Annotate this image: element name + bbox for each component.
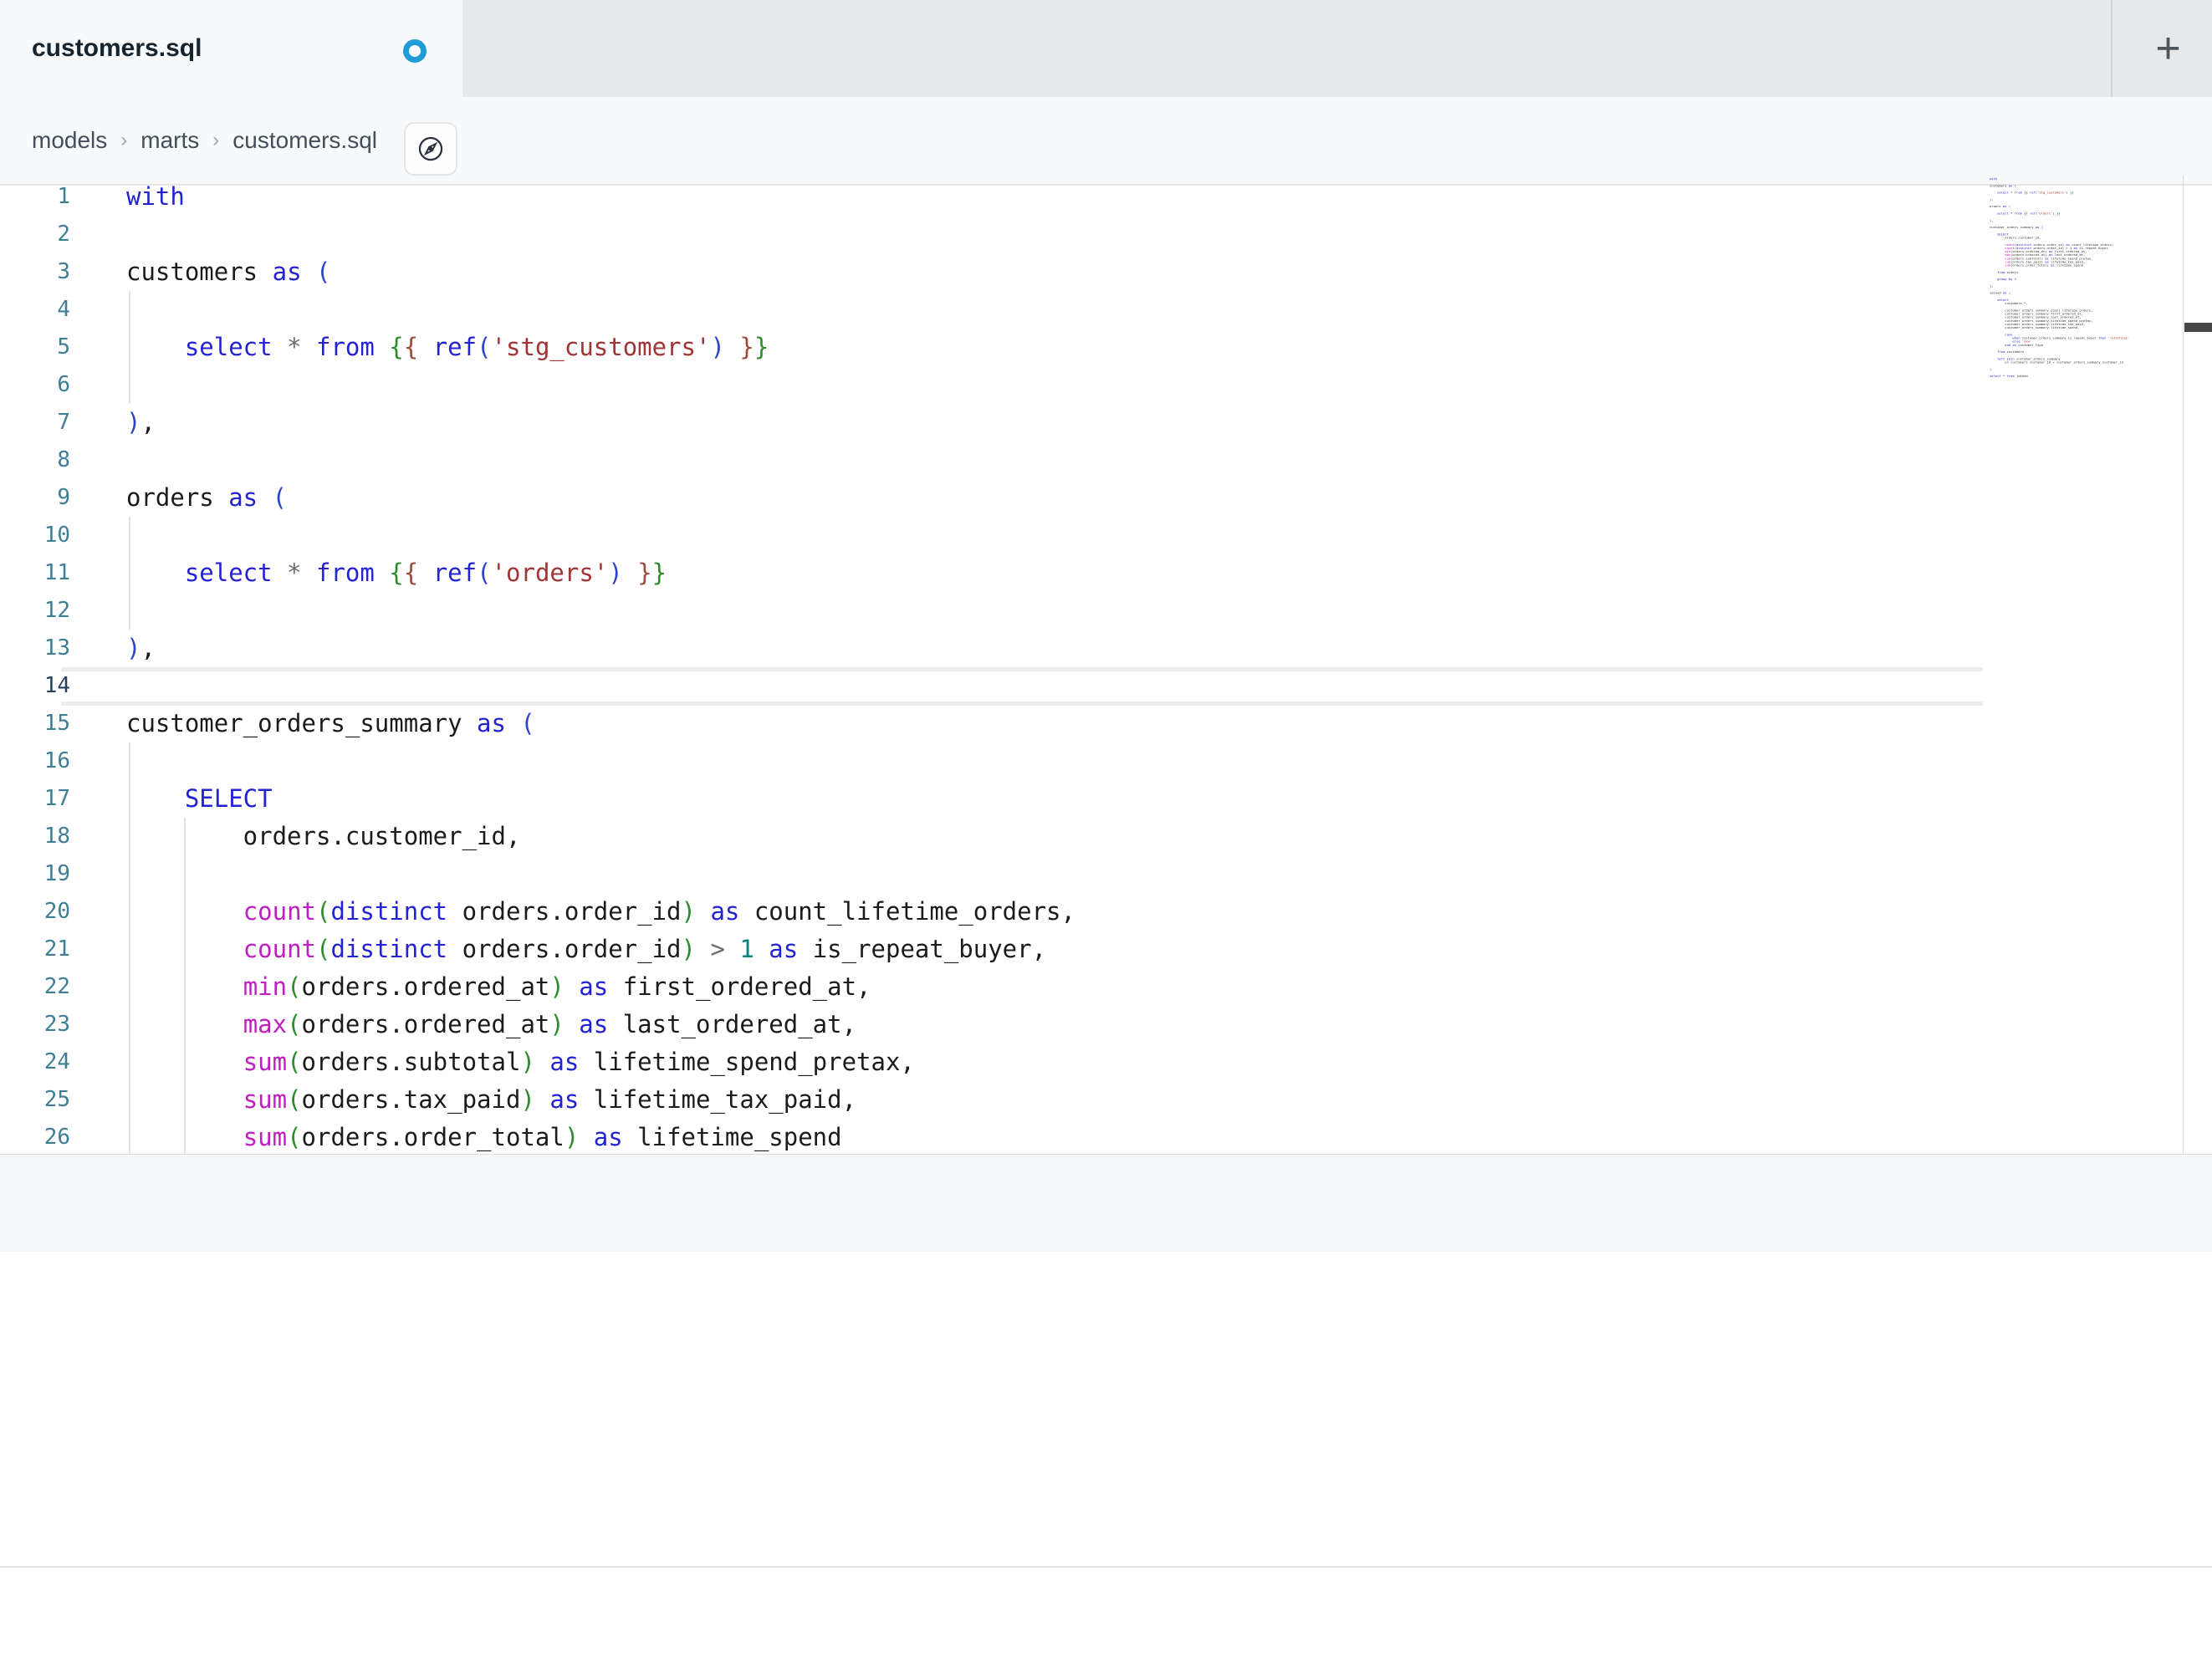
- line-number: 19: [43, 861, 70, 886]
- code-line-7[interactable]: 7),: [0, 404, 2183, 441]
- line-number: 15: [43, 711, 70, 736]
- code-line-21[interactable]: 21 count(distinct orders.order_id) > 1 a…: [0, 931, 2183, 968]
- code-line-9[interactable]: 9 orders as (: [0, 479, 2183, 517]
- breadcrumb-item-models: models: [32, 127, 108, 153]
- editor-scrollbar-track: [2183, 176, 2184, 1154]
- code-line-text: max(orders.ordered_at) as last_ordered_a…: [243, 1010, 857, 1038]
- unsaved-changes-dot-icon: [403, 39, 427, 63]
- breadcrumb-bar: models › marts › customers.sql: [0, 97, 2212, 266]
- line-number: 17: [43, 786, 70, 811]
- code-line-13[interactable]: 13),: [0, 630, 2183, 667]
- code-line-25[interactable]: 25 sum(orders.tax_paid) as lifetime_tax_…: [0, 1081, 2183, 1119]
- code-line-11[interactable]: 11 select * from {{ ref('orders') }}: [0, 554, 2183, 592]
- line-number: 1: [57, 186, 70, 209]
- code-line-14[interactable]: 14: [0, 667, 2183, 705]
- new-tab-button[interactable]: +: [2124, 0, 2212, 97]
- code-line-19[interactable]: 19: [0, 855, 2183, 893]
- compass-icon: [416, 135, 445, 163]
- code-line-text: select * from {{ ref('orders') }}: [184, 559, 667, 587]
- minimap-line: select * from joined: [1990, 374, 2028, 379]
- line-number: 18: [43, 824, 70, 849]
- code-quality-panel: </> There is nothing here Press the Lint…: [0, 1252, 2212, 1565]
- code-line-16[interactable]: 16: [0, 742, 2183, 780]
- dbt-ide-window: customers.sql + models › marts › custome…: [0, 0, 2212, 1653]
- code-line-22[interactable]: 22 min(orders.ordered_at) as first_order…: [0, 968, 2183, 1006]
- code-line-2[interactable]: 2: [0, 216, 2183, 253]
- line-number: 25: [43, 1087, 70, 1112]
- line-number: 16: [43, 748, 70, 773]
- code-line-15[interactable]: 15 customer_orders_summary as (: [0, 705, 2183, 742]
- code-line-3[interactable]: 3 customers as (: [0, 253, 2183, 291]
- tab-bar: customers.sql +: [0, 0, 2212, 97]
- file-tab-customers-sql[interactable]: customers.sql: [0, 0, 462, 97]
- code-line-24[interactable]: 24 sum(orders.subtotal) as lifetime_spen…: [0, 1043, 2183, 1081]
- line-number: 23: [43, 1012, 70, 1037]
- breadcrumb-item-marts: marts: [140, 127, 200, 153]
- code-line-text: min(orders.ordered_at) as first_ordered_…: [243, 972, 871, 1001]
- explore-lineage-button[interactable]: [404, 122, 457, 176]
- line-number: 14: [43, 673, 70, 698]
- code-line-20[interactable]: 20 count(distinct orders.order_id) as co…: [0, 893, 2183, 931]
- code-line-text: customers as (: [126, 258, 331, 286]
- code-line-text: sum(orders.subtotal) as lifetime_spend_p…: [243, 1048, 915, 1076]
- code-line-text: customer_orders_summary as (: [126, 709, 535, 737]
- code-line-8[interactable]: 8: [0, 441, 2183, 479]
- code-line-text: SELECT: [184, 784, 273, 813]
- code-editor[interactable]: 1 with 2 3 customers as (4 5 select * from {{…: [0, 186, 2212, 1154]
- line-number: 11: [43, 560, 70, 585]
- line-number: 2: [57, 222, 70, 247]
- code-line-text: with: [126, 186, 185, 211]
- breadcrumb-separator-icon: ›: [120, 129, 128, 151]
- line-number: 4: [57, 297, 70, 322]
- code-line-text: orders.customer_id,: [126, 822, 521, 850]
- code-line-text: sum(orders.order_total) as lifetime_spen…: [243, 1123, 842, 1151]
- editor-minimap[interactable]: with customers as ( select * from {{ ref(…: [1990, 177, 2180, 1147]
- code-line-23[interactable]: 23 max(orders.ordered_at) as last_ordere…: [0, 1006, 2183, 1043]
- line-number: 21: [43, 936, 70, 962]
- code-line-text: sum(orders.tax_paid) as lifetime_tax_pai…: [243, 1085, 857, 1114]
- line-number: 5: [57, 334, 70, 360]
- line-number: 24: [43, 1049, 70, 1074]
- code-line-text: count(distinct orders.order_id) as count…: [243, 897, 1075, 926]
- breadcrumb: models › marts › customers.sql: [32, 97, 377, 184]
- code-line-text: orders as (: [126, 483, 288, 512]
- line-number: 8: [57, 447, 70, 472]
- line-number: 7: [57, 410, 70, 435]
- line-number: 26: [43, 1125, 70, 1150]
- line-number: 10: [43, 523, 70, 548]
- code-line-text: ),: [126, 408, 156, 436]
- breadcrumb-separator-icon: ›: [212, 129, 220, 151]
- code-line-17[interactable]: 17 SELECT: [0, 780, 2183, 818]
- editor-toolbar: Preview </> Compile Build: [0, 1154, 2212, 1252]
- code-line-26[interactable]: 26 sum(orders.order_total) as lifetime_s…: [0, 1119, 2183, 1154]
- breadcrumb-item-file: customers.sql: [232, 127, 377, 153]
- code-line-6[interactable]: 6: [0, 366, 2183, 404]
- code-line-12[interactable]: 12: [0, 592, 2183, 630]
- line-number: 9: [57, 485, 70, 510]
- code-line-1[interactable]: 1 with: [0, 186, 2183, 216]
- code-line-4[interactable]: 4: [0, 291, 2183, 329]
- line-number: 13: [43, 635, 70, 661]
- code-line-5[interactable]: 5 select * from {{ ref('stg_customers') …: [0, 329, 2183, 366]
- code-line-text: select * from {{ ref('stg_customers') }}: [184, 333, 769, 361]
- file-tab-title: customers.sql: [32, 34, 202, 62]
- code-line-18[interactable]: 18 orders.customer_id,: [0, 818, 2183, 855]
- line-number: 6: [57, 372, 70, 397]
- editor-scrollbar-thumb[interactable]: [2184, 323, 2212, 332]
- code-line-text: count(distinct orders.order_id) > 1 as i…: [243, 935, 1047, 963]
- line-number: 3: [57, 259, 70, 284]
- code-line-text: ),: [126, 634, 156, 662]
- line-number: 20: [43, 899, 70, 924]
- status-bar: I Defer to staging/production ? Ready ●●…: [0, 1566, 2212, 1653]
- tab-bar-divider: [2111, 0, 2112, 97]
- line-number: 22: [43, 974, 70, 999]
- line-number: 12: [43, 598, 70, 623]
- code-line-10[interactable]: 10: [0, 517, 2183, 554]
